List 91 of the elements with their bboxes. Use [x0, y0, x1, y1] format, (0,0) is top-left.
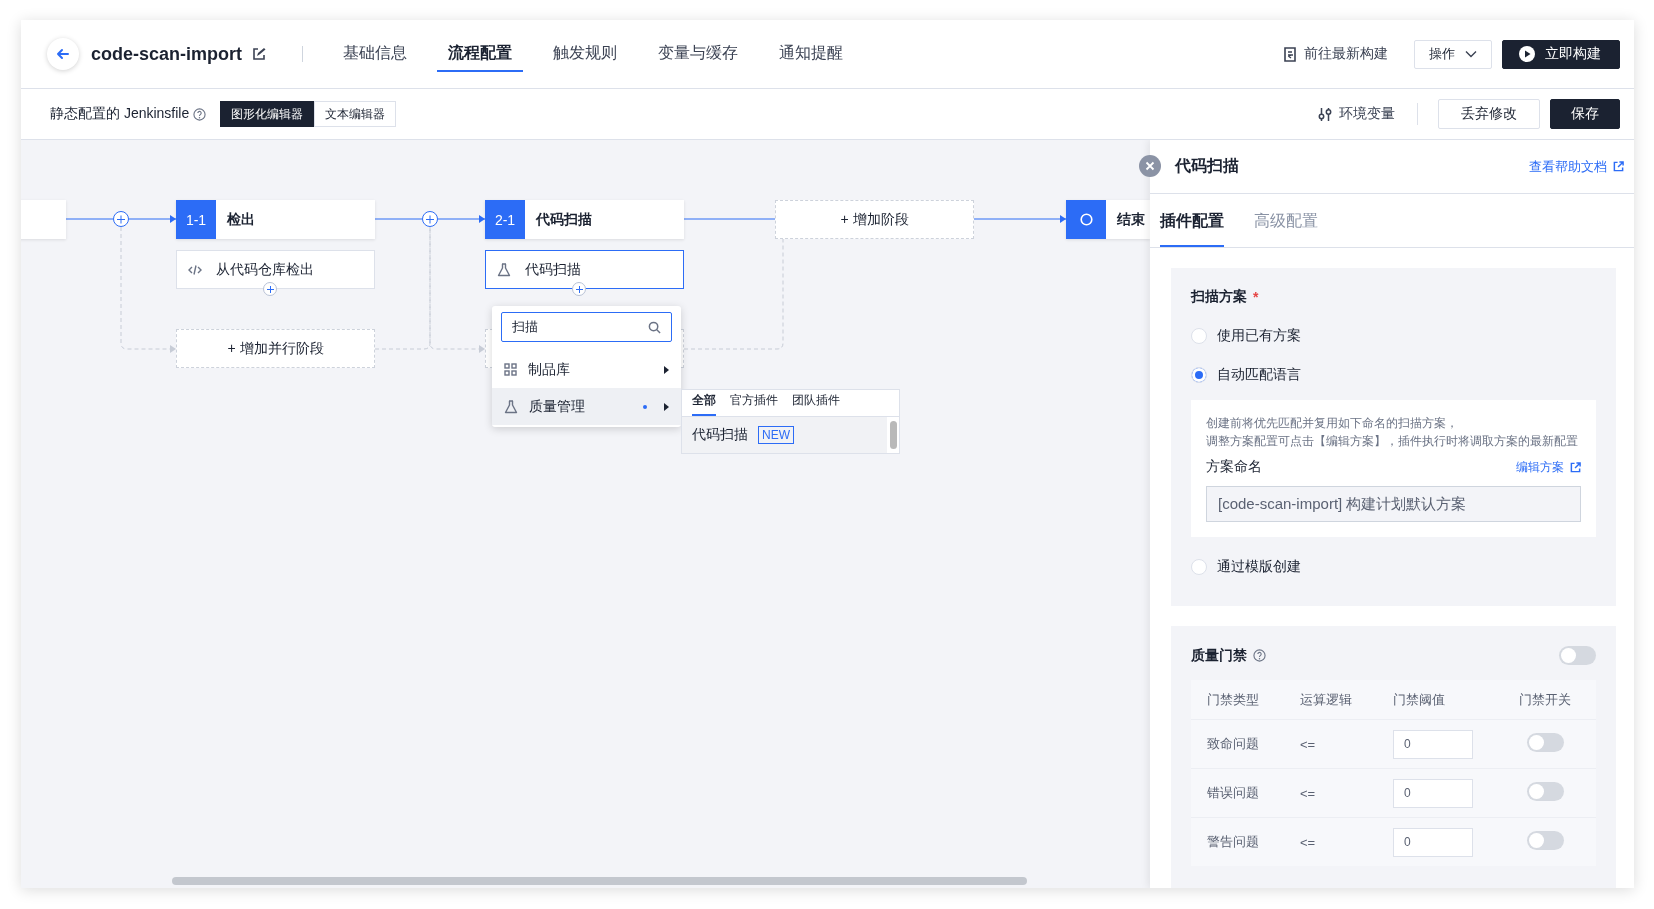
search-field[interactable]: 扫描 [501, 312, 672, 342]
stage-node[interactable]: 1-1 检出 [176, 200, 375, 239]
play-icon [1519, 46, 1535, 62]
column-header: 门禁阈值 [1393, 690, 1446, 709]
radio-option[interactable]: 通过模版创建 [1191, 558, 1301, 576]
toggle-switch[interactable] [1527, 782, 1564, 801]
code-icon [188, 263, 202, 276]
table-cell-text: <= [1300, 785, 1317, 801]
close-icon [1145, 161, 1155, 171]
table-cell-text: <= [1300, 736, 1317, 752]
category-item[interactable]: 制品库 [492, 351, 681, 388]
sliders-icon [1318, 106, 1332, 122]
toggle-switch[interactable] [1527, 733, 1564, 752]
external-link-icon [1613, 161, 1624, 172]
connector-arrow [437, 215, 486, 223]
circle-icon [1079, 213, 1093, 226]
threshold-field[interactable]: 0 [1393, 729, 1473, 759]
threshold-field[interactable]: 0 [1393, 827, 1473, 857]
add-button[interactable] [422, 211, 438, 227]
edit-scheme-link[interactable]: 编辑方案 [1516, 458, 1581, 476]
help-icon[interactable] [1253, 649, 1266, 662]
add-step-button[interactable] [572, 282, 586, 296]
section-label: 扫描方案 [1191, 288, 1247, 306]
panel-title: 代码扫描 [1175, 156, 1240, 176]
editor-mode-tab[interactable]: 图形化编辑器 [220, 101, 315, 127]
table-cell-text: 致命问题 [1207, 735, 1260, 753]
build-now-button[interactable]: 立即构建 [1502, 39, 1620, 69]
table-cell-text: 错误问题 [1207, 784, 1260, 802]
jenkinsfile-label: 静态配置的 Jenkinsfile [50, 105, 190, 123]
required-mark: * [1253, 289, 1259, 305]
nav-tab[interactable]: 流程配置 [437, 20, 524, 72]
end-node[interactable]: 结束 [1066, 200, 1150, 239]
section-label: 质量门禁 [1191, 646, 1247, 665]
grid-icon [504, 363, 517, 376]
new-badge: NEW [758, 426, 794, 444]
flask-icon [504, 399, 518, 414]
search-icon [648, 320, 661, 334]
panel-tab[interactable]: 插件配置 [1160, 206, 1224, 247]
back-button[interactable] [47, 38, 79, 70]
stage-node[interactable]: 2-1 代码扫描 [485, 200, 684, 239]
scrollbar[interactable] [172, 877, 1027, 885]
table-cell-text: <= [1300, 834, 1317, 850]
column-header: 门禁开关 [1519, 690, 1572, 709]
step-node[interactable]: 从代码仓库检出 [176, 250, 375, 289]
threshold-field[interactable]: 0 [1393, 778, 1473, 808]
add-step-button[interactable] [263, 282, 277, 296]
help-icon[interactable] [193, 107, 207, 121]
save-button[interactable]: 保存 [1550, 99, 1620, 129]
close-button[interactable] [1139, 155, 1161, 177]
plugin-tab[interactable]: 团队插件 [792, 390, 840, 416]
connector-arrow [128, 215, 177, 223]
operate-dropdown[interactable]: 操作 [1414, 39, 1492, 69]
end-label: 结束 [1117, 210, 1145, 229]
column-header: 运算逻辑 [1300, 690, 1353, 709]
toggle-switch[interactable] [1527, 831, 1564, 850]
add-stage-button[interactable]: + 增加阶段 [775, 200, 974, 239]
back-arrow-icon [56, 47, 70, 61]
nav-tab[interactable]: 通知提醒 [768, 20, 855, 72]
external-link-icon [1570, 461, 1581, 473]
table-cell-text: 警告问题 [1207, 833, 1260, 851]
toggle-switch[interactable] [1559, 646, 1596, 665]
add-button[interactable] [113, 211, 129, 227]
help-doc-link[interactable]: 查看帮助文档 [1529, 157, 1624, 176]
category-item[interactable]: 质量管理 [492, 388, 681, 425]
add-parallel-stage-button[interactable]: + 增加并行阶段 [176, 329, 375, 368]
env-vars-button[interactable]: 环境变量 [1312, 104, 1401, 124]
scheme-name-field: [code-scan-import] 构建计划默认方案 [1206, 486, 1581, 522]
caret-right-icon [664, 402, 669, 411]
document-icon [1283, 46, 1297, 62]
stage-node[interactable] [21, 200, 66, 239]
plugin-item[interactable]: 代码扫描 NEW [682, 417, 887, 453]
hint-text: 调整方案配置可点击【编辑方案】，插件执行时将调取方案的最新配置 [1206, 433, 1579, 450]
plugin-tab[interactable]: 官方插件 [730, 390, 778, 416]
step-node[interactable]: 代码扫描 [485, 250, 684, 289]
nav-tab[interactable]: 变量与缓存 [647, 20, 750, 72]
column-header: 门禁类型 [1207, 690, 1260, 709]
latest-build-link[interactable]: 前往最新构建 [1277, 44, 1394, 64]
nav-tab[interactable]: 触发规则 [542, 20, 629, 72]
field-label: 方案命名 [1206, 458, 1262, 476]
edit-icon[interactable] [252, 47, 267, 61]
chevron-down-icon [1465, 50, 1477, 58]
radio-option[interactable]: 使用已有方案 [1191, 327, 1301, 345]
project-title: code-scan-import [91, 43, 243, 65]
scrollbar[interactable] [890, 421, 897, 449]
flask-icon [497, 262, 511, 277]
nav-tab[interactable]: 基础信息 [332, 20, 419, 72]
editor-mode-tab[interactable]: 文本编辑器 [314, 101, 397, 127]
discard-button[interactable]: 丢弃修改 [1438, 99, 1540, 129]
caret-right-icon [664, 365, 669, 374]
hint-text: 创建前将优先匹配并复用如下命名的扫描方案， [1206, 415, 1459, 432]
radio-option[interactable]: 自动匹配语言 [1191, 366, 1301, 384]
